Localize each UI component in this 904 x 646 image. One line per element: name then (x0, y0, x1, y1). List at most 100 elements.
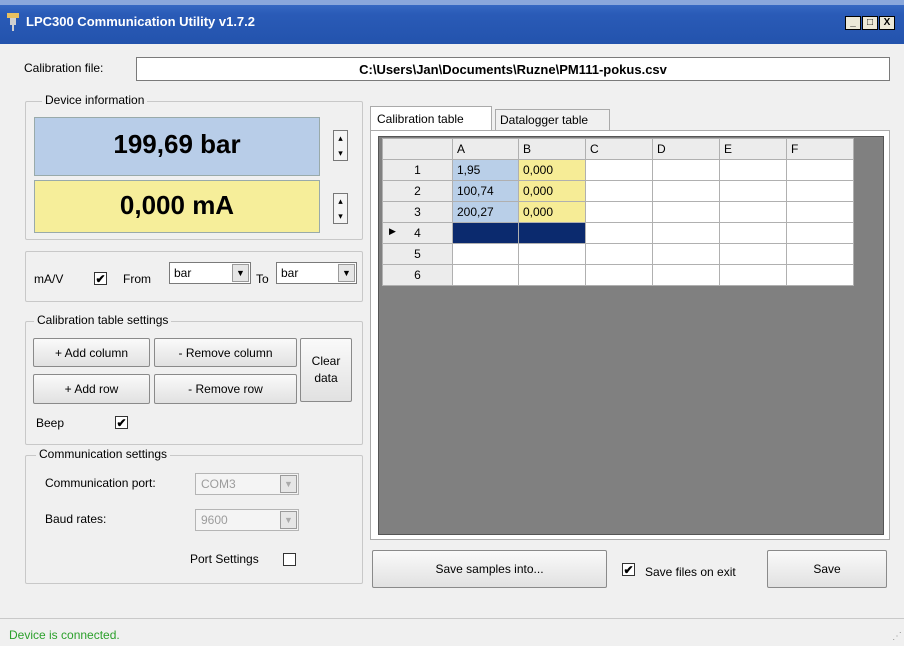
dropdown-arrow-icon[interactable]: ▼ (280, 511, 297, 529)
dropdown-arrow-icon[interactable]: ▼ (280, 475, 297, 493)
device-information-legend: Device information (42, 93, 148, 107)
save-on-exit-checkbox[interactable]: ✔ (622, 563, 635, 576)
row-header[interactable]: 1 (382, 159, 453, 181)
grid-cell-c[interactable] (585, 180, 653, 202)
window-title: LPC300 Communication Utility v1.7.2 (26, 14, 256, 29)
port-settings-label: Port Settings (190, 552, 259, 566)
remove-column-button[interactable]: - Remove column (154, 338, 297, 367)
grid-cell-b-selected[interactable] (518, 222, 586, 244)
save-samples-button[interactable]: Save samples into... (372, 550, 607, 588)
pressure-value: 199,69 bar (113, 129, 241, 159)
maximize-button[interactable]: □ (862, 16, 878, 30)
grid-cell-d[interactable] (652, 180, 720, 202)
resize-grip-icon[interactable]: ⋰ (892, 631, 902, 642)
calibration-file-field[interactable]: C:\Users\Jan\Documents\Ruzne\PM111-pokus… (136, 57, 890, 81)
port-settings-checkbox[interactable] (283, 553, 296, 566)
remove-row-button[interactable]: - Remove row (154, 374, 297, 404)
grid-cell-f[interactable] (786, 180, 854, 202)
table-row[interactable]: 3 200,27 0,000 (382, 201, 854, 223)
current-spinner[interactable]: ▴ ▾ (333, 193, 348, 224)
grid-cell-b[interactable]: 0,000 (518, 159, 586, 181)
grid-cell-e[interactable] (719, 222, 787, 244)
table-row[interactable]: 5 (382, 243, 854, 265)
table-row-current[interactable]: ▶ 4 (382, 222, 854, 244)
grid-cell-b[interactable] (518, 243, 586, 265)
communication-port-label: Communication port: (45, 476, 156, 490)
calibration-settings-legend: Calibration table settings (34, 313, 172, 327)
column-header-e[interactable]: E (719, 138, 787, 160)
grid-cell-f[interactable] (786, 201, 854, 223)
grid-cell-c[interactable] (585, 159, 653, 181)
spin-down-icon[interactable]: ▾ (334, 146, 347, 161)
add-row-button[interactable]: + Add row (33, 374, 150, 404)
grid-cell-d[interactable] (652, 201, 720, 223)
grid-cell-f[interactable] (786, 222, 854, 244)
grid-cell-f[interactable] (786, 243, 854, 265)
column-header-a[interactable]: A (452, 138, 519, 160)
grid-cell-c[interactable] (585, 222, 653, 244)
grid-cell-a[interactable] (452, 264, 519, 286)
pressure-spinner[interactable]: ▴ ▾ (333, 130, 348, 161)
beep-checkbox[interactable]: ✔ (115, 416, 128, 429)
grid-cell-a-selected[interactable] (452, 222, 519, 244)
grid-cell-d[interactable] (652, 243, 720, 265)
clear-data-button[interactable]: Clear data (300, 338, 352, 402)
grid-cell-a[interactable]: 200,27 (452, 201, 519, 223)
column-header-f[interactable]: F (786, 138, 854, 160)
row-header[interactable]: 3 (382, 201, 453, 223)
dropdown-arrow-icon[interactable]: ▼ (232, 264, 249, 282)
grid-cell-e[interactable] (719, 201, 787, 223)
grid-cell-a[interactable]: 100,74 (452, 180, 519, 202)
beep-label: Beep (36, 416, 65, 430)
tab-datalogger-table[interactable]: Datalogger table (495, 109, 610, 131)
grid-cell-b[interactable]: 0,000 (518, 180, 586, 202)
from-unit-select[interactable]: bar ▼ (169, 262, 251, 284)
table-row[interactable]: 2 100,74 0,000 (382, 180, 854, 202)
close-button[interactable]: X (879, 16, 895, 30)
spin-down-icon[interactable]: ▾ (334, 209, 347, 224)
from-label: From (123, 272, 151, 286)
baud-rates-label: Baud rates: (45, 512, 107, 526)
column-header-d[interactable]: D (652, 138, 720, 160)
grid-cell-b[interactable]: 0,000 (518, 201, 586, 223)
grid-cell-e[interactable] (719, 264, 787, 286)
grid-cell-e[interactable] (719, 159, 787, 181)
dropdown-arrow-icon[interactable]: ▼ (338, 264, 355, 282)
grid-cell-e[interactable] (719, 180, 787, 202)
row-header[interactable]: 2 (382, 180, 453, 202)
calibration-grid[interactable]: A B C D E F 1 1,95 0,000 2 100,74 0,000 … (382, 138, 854, 286)
grid-cell-f[interactable] (786, 159, 854, 181)
row-header[interactable]: 5 (382, 243, 453, 265)
grid-cell-c[interactable] (585, 243, 653, 265)
grid-cell-a[interactable] (452, 243, 519, 265)
spin-up-icon[interactable]: ▴ (334, 131, 347, 146)
save-on-exit-label: Save files on exit (645, 565, 736, 579)
units-checkbox[interactable]: ✔ (94, 272, 107, 285)
row-header[interactable]: ▶ 4 (382, 222, 453, 244)
grid-cell-b[interactable] (518, 264, 586, 286)
table-row[interactable]: 1 1,95 0,000 (382, 159, 854, 181)
communication-port-select[interactable]: COM3 ▼ (195, 473, 299, 495)
minimize-button[interactable]: _ (845, 16, 861, 30)
baud-rates-select[interactable]: 9600 ▼ (195, 509, 299, 531)
tab-calibration-table[interactable]: Calibration table (370, 106, 492, 131)
status-text: Device is connected. (9, 628, 120, 642)
current-row-arrow-icon: ▶ (389, 226, 396, 236)
grid-cell-e[interactable] (719, 243, 787, 265)
save-button[interactable]: Save (767, 550, 887, 588)
spin-up-icon[interactable]: ▴ (334, 194, 347, 209)
grid-cell-d[interactable] (652, 264, 720, 286)
row-header[interactable]: 6 (382, 264, 453, 286)
grid-cell-a[interactable]: 1,95 (452, 159, 519, 181)
table-row[interactable]: 6 (382, 264, 854, 286)
grid-cell-c[interactable] (585, 264, 653, 286)
grid-cell-f[interactable] (786, 264, 854, 286)
to-unit-select[interactable]: bar ▼ (276, 262, 357, 284)
column-header-b[interactable]: B (518, 138, 586, 160)
column-header-c[interactable]: C (585, 138, 653, 160)
grid-cell-d[interactable] (652, 159, 720, 181)
grid-cell-d[interactable] (652, 222, 720, 244)
current-value: 0,000 mA (119, 190, 235, 220)
add-column-button[interactable]: + Add column (33, 338, 150, 367)
grid-cell-c[interactable] (585, 201, 653, 223)
